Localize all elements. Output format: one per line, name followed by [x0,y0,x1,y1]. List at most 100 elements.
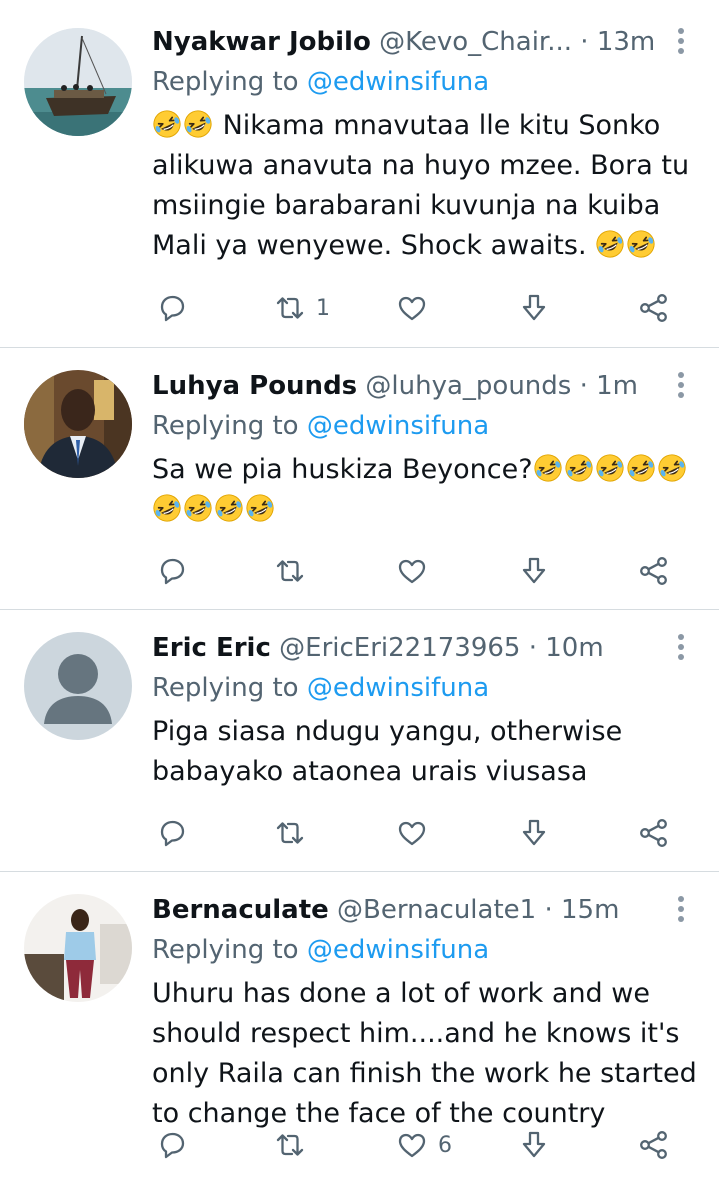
lead-emojis [152,110,214,141]
mention-link[interactable]: @edwinsifuna [307,67,489,97]
reply-button[interactable] [156,288,188,328]
download-icon [522,557,546,584]
timestamp[interactable]: 10m [545,633,603,663]
like-button[interactable] [396,813,438,853]
timestamp[interactable]: 13m [597,27,655,57]
reply-icon [160,295,185,322]
replying-label: Replying to [152,411,299,441]
avatar[interactable] [24,894,132,1002]
rolling-laughing-emoji [183,109,213,139]
rolling-laughing-emoji [183,493,213,523]
tweet-text: Nikama mnavutaa lle kitu Sonko alikuwa a… [152,106,699,266]
user-handle[interactable]: @Kevo_Chair... [379,27,572,57]
user-handle[interactable]: @Bernaculate1 [337,895,536,925]
replying-to: Replying to @edwinsifuna [152,930,699,970]
heart-icon [398,1133,426,1158]
rolling-laughing-emoji [626,453,656,483]
download-icon [522,294,546,321]
more-options-icon[interactable] [677,634,685,662]
tweet-header: Eric Eric @EricEri22173965 · 10m [152,628,699,668]
tweet-actions [152,813,692,853]
retweet-icon [276,560,304,582]
tweet-actions [152,551,692,591]
replying-label: Replying to [152,67,299,97]
like-button[interactable] [396,551,438,591]
replying-to: Replying to @edwinsifuna [152,406,699,446]
share-button[interactable] [638,1125,670,1165]
retweet-count: 1 [316,295,330,321]
tweet-text-content: Sa we pia huskiza Beyonce? [152,454,533,485]
retweet-button[interactable] [274,813,316,853]
tweet[interactable]: Luhya Pounds @luhya_pounds · 1m Replying… [0,348,719,610]
download-button[interactable] [518,813,550,853]
rolling-laughing-emoji [595,453,625,483]
share-button[interactable] [638,551,670,591]
separator-dot: · [580,27,589,57]
share-button[interactable] [638,813,670,853]
timestamp[interactable]: 1m [596,371,638,401]
heart-icon [398,821,426,846]
user-name[interactable]: Eric Eric [152,633,271,663]
replying-to: Replying to @edwinsifuna [152,668,699,708]
heart-icon [398,296,426,321]
share-icon [640,1131,667,1159]
reply-button[interactable] [156,1125,188,1165]
rolling-laughing-emoji [152,493,182,523]
more-options-icon[interactable] [677,28,685,56]
avatar[interactable] [24,632,132,740]
more-options-icon[interactable] [677,896,685,924]
download-button[interactable] [518,551,550,591]
download-icon [522,1131,546,1158]
reply-icon [160,820,185,847]
share-button[interactable] [638,288,670,328]
tweet-text-content: Piga siasa ndugu yangu, otherwise babaya… [152,716,623,787]
user-handle[interactable]: @luhya_pounds [365,371,571,401]
reply-icon [160,558,185,585]
download-button[interactable] [518,288,550,328]
avatar[interactable] [24,370,132,478]
avatar[interactable] [24,28,132,136]
replying-to: Replying to @edwinsifuna [152,62,699,102]
tweet[interactable]: Nyakwar Jobilo @Kevo_Chair... · 13m Repl… [0,0,719,348]
tweet-actions: 1 [152,288,692,328]
timestamp[interactable]: 15m [561,895,619,925]
tweet-header: Nyakwar Jobilo @Kevo_Chair... · 13m [152,22,699,62]
mention-link[interactable]: @edwinsifuna [307,411,489,441]
rolling-laughing-emoji [595,229,625,259]
tweet[interactable]: Eric Eric @EricEri22173965 · 10m Replyin… [0,610,719,872]
user-name[interactable]: Bernaculate [152,895,329,925]
heart-icon [398,559,426,584]
retweet-icon [276,297,304,319]
rolling-laughing-emoji [214,493,244,523]
more-options-icon[interactable] [677,372,685,400]
user-name[interactable]: Luhya Pounds [152,371,357,401]
retweet-button[interactable] [274,1125,316,1165]
tweet-actions: 6 [152,1125,692,1165]
tweet-text: Sa we pia huskiza Beyonce? [152,450,699,530]
replying-label: Replying to [152,935,299,965]
reply-icon [160,1132,185,1159]
trail-emojis [595,230,657,261]
user-name[interactable]: Nyakwar Jobilo [152,27,371,57]
reply-button[interactable] [156,813,188,853]
like-button[interactable] [396,288,438,328]
rolling-laughing-emoji [626,229,656,259]
mention-link[interactable]: @edwinsifuna [307,673,489,703]
rolling-laughing-emoji [657,453,687,483]
reply-button[interactable] [156,551,188,591]
separator-dot: · [544,895,553,925]
download-button[interactable] [518,1125,550,1165]
share-icon [640,557,667,585]
user-handle[interactable]: @EricEri22173965 [279,633,520,663]
retweet-button[interactable]: 1 [274,288,330,328]
separator-dot: · [528,633,537,663]
retweet-button[interactable] [274,551,316,591]
rolling-laughing-emoji [533,453,563,483]
tweet[interactable]: Bernaculate @Bernaculate1 · 15m Replying… [0,872,719,1187]
like-count: 6 [438,1132,452,1158]
separator-dot: · [579,371,588,401]
tweet-text: Uhuru has done a lot of work and we shou… [152,974,699,1134]
tweet-header: Bernaculate @Bernaculate1 · 15m [152,890,699,930]
like-button[interactable]: 6 [396,1125,452,1165]
mention-link[interactable]: @edwinsifuna [307,935,489,965]
